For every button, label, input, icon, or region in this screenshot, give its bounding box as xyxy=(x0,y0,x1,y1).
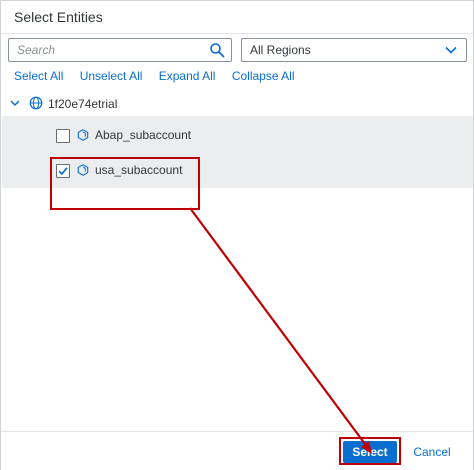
dialog-title: Select Entities xyxy=(14,9,103,25)
expand-all-link[interactable]: Expand All xyxy=(159,69,216,83)
dialog-header: Select Entities xyxy=(1,1,473,34)
region-select-value: All Regions xyxy=(250,43,311,57)
search-input[interactable] xyxy=(17,41,197,59)
dialog-footer xyxy=(1,431,473,470)
region-select[interactable]: All Regions xyxy=(241,38,467,62)
cancel-button[interactable]: Cancel xyxy=(407,441,457,463)
chevron-down-icon[interactable] xyxy=(444,43,458,57)
search-field[interactable] xyxy=(8,38,232,62)
unselect-all-link[interactable]: Unselect All xyxy=(80,69,143,83)
search-icon[interactable] xyxy=(209,42,225,58)
select-all-link[interactable]: Select All xyxy=(14,69,63,83)
chevron-down-icon[interactable] xyxy=(9,97,21,109)
annotation-highlight-box xyxy=(50,157,200,210)
tree-item[interactable]: usa_subaccount xyxy=(2,116,473,178)
tree-root-node[interactable]: 1f20e74etrial xyxy=(9,96,309,112)
tree-root-label: 1f20e74etrial xyxy=(48,97,118,111)
tree-actions: Select All Unselect All Expand All Colla… xyxy=(14,69,308,83)
select-entities-dialog: Select Entities All Regions Select All U… xyxy=(0,0,474,470)
collapse-all-link[interactable]: Collapse All xyxy=(232,69,295,83)
annotation-button-frame xyxy=(339,437,401,465)
globe-icon xyxy=(29,96,43,110)
